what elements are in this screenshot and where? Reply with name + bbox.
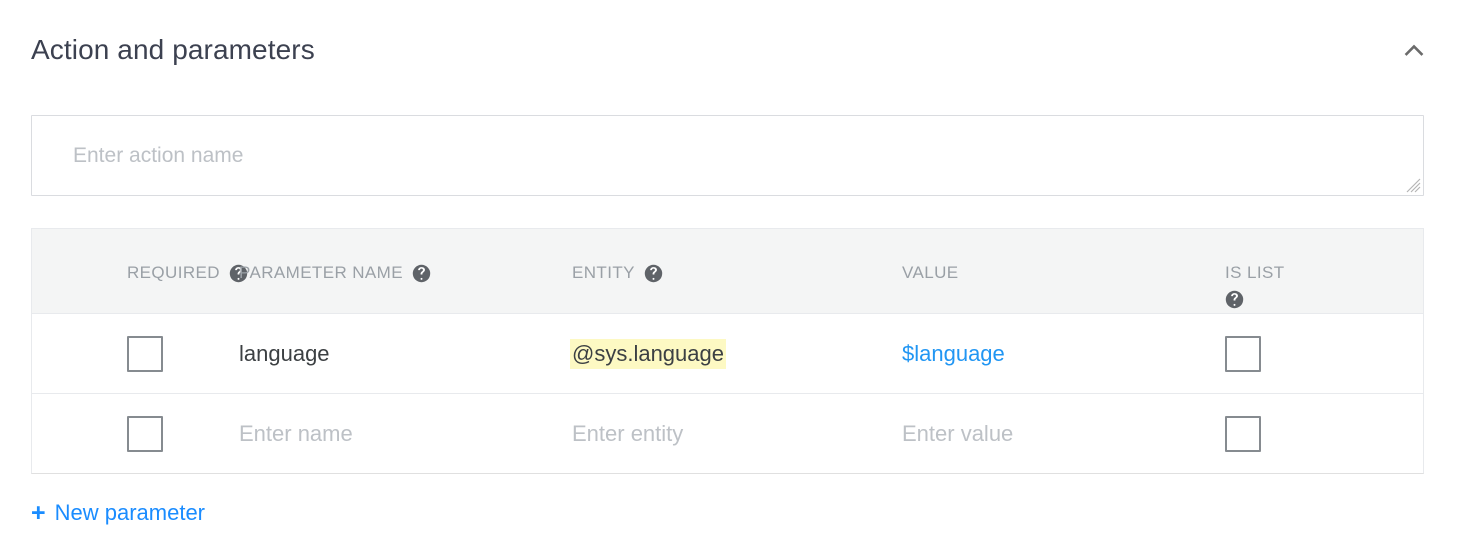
entity-value: @sys.language: [570, 339, 726, 369]
row-is-list-cell: [1195, 416, 1423, 452]
help-icon[interactable]: [644, 263, 663, 283]
new-parameter-button[interactable]: + New parameter: [31, 500, 205, 526]
collapse-section-button[interactable]: [1390, 26, 1438, 74]
is-list-checkbox[interactable]: [1225, 336, 1261, 372]
plus-icon: +: [31, 500, 46, 526]
column-header-required: REQUIRED: [32, 229, 202, 283]
value-placeholder: Enter value: [902, 420, 1013, 448]
new-parameter-label: New parameter: [55, 500, 205, 526]
page-title: Action and parameters: [31, 33, 315, 67]
row-required-cell: [32, 336, 202, 372]
entity-placeholder: Enter entity: [572, 420, 683, 448]
required-checkbox[interactable]: [127, 336, 163, 372]
help-icon[interactable]: [412, 263, 431, 283]
row-value-cell[interactable]: $language: [865, 340, 1195, 368]
table-row: Enter name Enter entity Enter value: [32, 393, 1423, 473]
row-is-list-cell: [1195, 336, 1423, 372]
column-header-parameter-name: PARAMETER NAME: [202, 229, 535, 283]
row-entity-cell[interactable]: @sys.language: [535, 339, 865, 369]
chevron-up-icon: [1399, 35, 1429, 65]
row-parameter-name-cell[interactable]: Enter name: [202, 420, 535, 448]
column-header-is-list-label: IS LIST: [1225, 263, 1285, 283]
column-header-entity-label: ENTITY: [572, 263, 635, 283]
column-header-value: VALUE: [865, 229, 1195, 283]
column-header-parameter-name-label: PARAMETER NAME: [239, 263, 403, 283]
parameters-table: REQUIRED PARAMETER NAME: [31, 228, 1424, 474]
required-checkbox[interactable]: [127, 416, 163, 452]
section-header: Action and parameters: [0, 0, 1472, 100]
column-header-is-list: IS LIST: [1195, 229, 1423, 309]
value-value: $language: [902, 340, 1005, 368]
column-header-entity: ENTITY: [535, 229, 865, 283]
parameter-name-value: language: [239, 340, 330, 368]
table-row: language @sys.language $language: [32, 313, 1423, 393]
action-name-input[interactable]: [31, 115, 1424, 196]
is-list-checkbox[interactable]: [1225, 416, 1261, 452]
row-required-cell: [32, 416, 202, 452]
row-parameter-name-cell[interactable]: language: [202, 340, 535, 368]
action-name-field-wrapper: [31, 115, 1424, 196]
parameter-name-placeholder: Enter name: [239, 420, 353, 448]
help-icon[interactable]: [1225, 289, 1244, 309]
row-value-cell[interactable]: Enter value: [865, 420, 1195, 448]
column-header-value-label: VALUE: [902, 263, 959, 283]
table-header-row: REQUIRED PARAMETER NAME: [32, 229, 1423, 313]
row-entity-cell[interactable]: Enter entity: [535, 420, 865, 448]
